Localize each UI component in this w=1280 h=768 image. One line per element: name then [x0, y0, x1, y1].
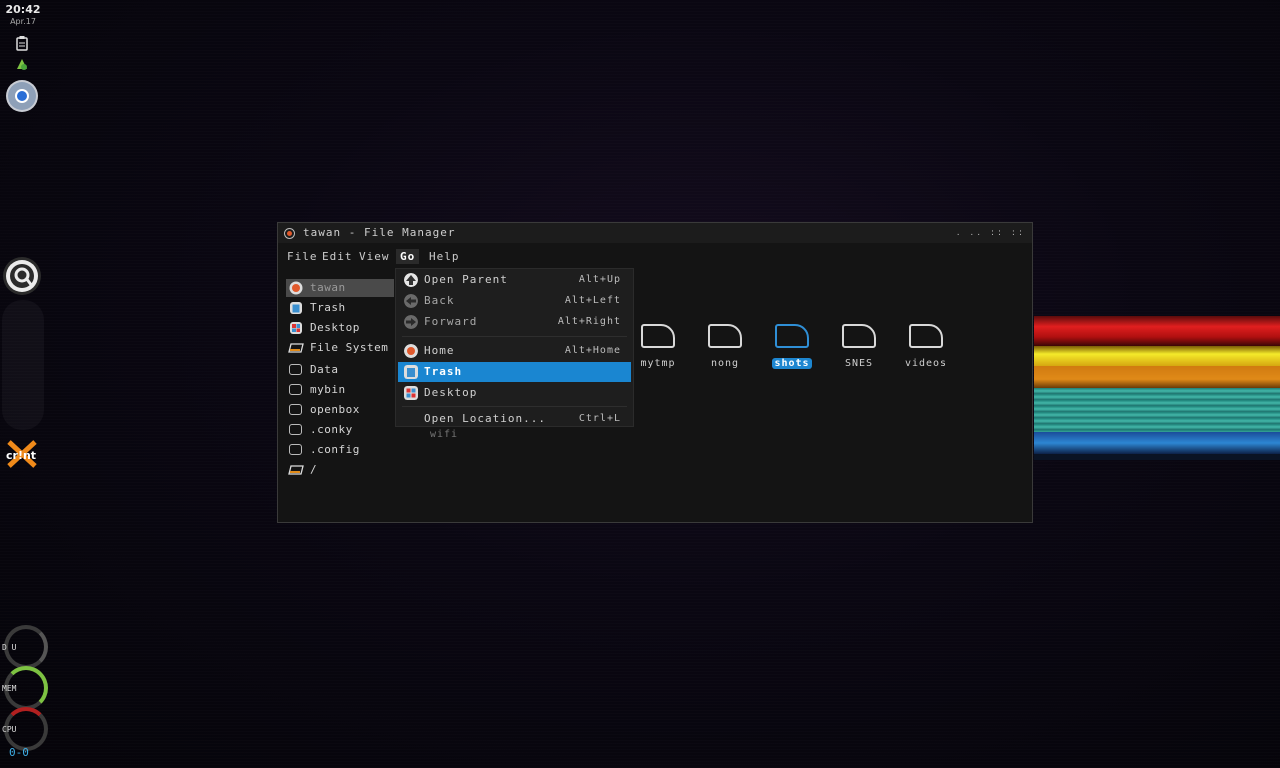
clipboard-icon[interactable]: [14, 35, 30, 51]
up-arrow-icon: [404, 273, 418, 287]
sidebar-item-label: tawan: [310, 281, 346, 294]
trash-icon: [404, 365, 418, 379]
file-item-shots[interactable]: shots: [762, 324, 822, 370]
file-item-mytmp[interactable]: mytmp: [628, 324, 688, 370]
folder-icon: [289, 404, 302, 415]
menu-item-label: Open Location...: [424, 412, 546, 425]
disk-usage-label: D U: [2, 643, 17, 652]
folder-icon: [289, 424, 302, 435]
sidebar-item-label: Trash: [310, 301, 346, 314]
folder-icon: [775, 324, 809, 348]
folder-icon: [842, 324, 876, 348]
window-controls[interactable]: . .. :: ::: [957, 228, 1026, 238]
sidebar-item-root[interactable]: /: [286, 461, 394, 479]
menu-view[interactable]: View: [355, 249, 394, 264]
menu-separator: [402, 336, 627, 337]
trash-icon: [290, 302, 302, 314]
crunchbang-x-icon[interactable]: cr!nt: [5, 440, 39, 470]
sidebar-item-label: /: [310, 463, 318, 476]
sidebar-item-label: Data: [310, 363, 339, 376]
forward-arrow-icon: [404, 315, 418, 329]
menu-file[interactable]: File: [283, 249, 322, 264]
menu-item-open-parent[interactable]: Open Parent Alt+Up: [398, 270, 631, 290]
sidebar-item-openbox[interactable]: openbox: [286, 401, 394, 419]
chromium-icon[interactable]: [5, 79, 39, 113]
file-label: mytmp: [640, 358, 676, 369]
dock-panel: [2, 300, 44, 430]
menu-go[interactable]: Go: [396, 249, 420, 264]
menu-item-shortcut: Alt+Left: [564, 295, 621, 306]
menu-edit[interactable]: Edit: [318, 249, 357, 264]
menu-item-shortcut: Alt+Home: [564, 345, 621, 356]
sidebar-item-label: mybin: [310, 383, 346, 396]
sidebar-item-trash[interactable]: Trash: [286, 299, 394, 317]
folder-icon: [289, 384, 302, 395]
sidebar-item-label: openbox: [310, 403, 360, 416]
menu-item-label: Back: [424, 294, 455, 307]
folder-icon: [641, 324, 675, 348]
sidebar-item-label: File System: [310, 341, 389, 354]
back-arrow-icon: [404, 294, 418, 308]
drive-icon: [288, 343, 304, 353]
sidebar-item-conky[interactable]: .conky: [286, 421, 394, 439]
memory-label: MEM: [2, 684, 17, 693]
crunchbang-label: cr!nt: [6, 449, 37, 462]
menu-help[interactable]: Help: [425, 249, 464, 264]
menu-item-label: Forward: [424, 315, 478, 328]
menu-item-forward[interactable]: Forward Alt+Right: [398, 312, 631, 332]
window-titlebar[interactable]: tawan - File Manager . .. :: ::: [278, 223, 1032, 243]
menu-item-label: Open Parent: [424, 273, 508, 286]
menu-separator: [402, 406, 627, 407]
file-label: SNES: [844, 358, 874, 369]
menu-item-trash[interactable]: Trash: [398, 362, 631, 382]
menu-item-shortcut: Alt+Up: [578, 274, 621, 285]
sidebar-item-config[interactable]: .config: [286, 441, 394, 459]
sidebar-item-tawan[interactable]: tawan: [286, 279, 394, 297]
menu-item-label: Home: [424, 344, 455, 357]
menu-item-label: Desktop: [424, 386, 478, 399]
crunchbang-menu-icon[interactable]: [2, 256, 42, 296]
app-icon: [284, 228, 295, 239]
home-icon: [289, 281, 303, 295]
file-item-wifi[interactable]: wifi: [430, 429, 458, 440]
network-status-icon[interactable]: [15, 56, 29, 70]
folder-icon: [909, 324, 943, 348]
file-label: shots: [772, 358, 812, 369]
network-label: 0-0: [9, 746, 29, 759]
sidebar-item-file-system[interactable]: File System: [286, 339, 394, 357]
desktop-icon: [404, 386, 418, 400]
sidebar-item-desktop[interactable]: Desktop: [286, 319, 394, 337]
menu-item-home[interactable]: Home Alt+Home: [398, 341, 631, 361]
file-item-snes[interactable]: SNES: [829, 324, 889, 370]
folder-icon: [289, 444, 302, 455]
file-item-videos[interactable]: videos: [896, 324, 956, 370]
desktop-icon: [290, 322, 302, 334]
sidebar-item-label: .conky: [310, 423, 353, 436]
drive-icon: [288, 465, 304, 475]
menu-item-shortcut: Ctrl+L: [578, 413, 621, 424]
go-menu-dropdown: Open Parent Alt+Up Back Alt+Left Forward…: [395, 268, 634, 427]
menu-item-open-location[interactable]: Open Location... Ctrl+L: [398, 409, 631, 429]
file-manager-window: tawan - File Manager . .. :: :: File Edi…: [277, 222, 1033, 523]
sidebar-item-mybin[interactable]: mybin: [286, 381, 394, 399]
file-label: nong: [710, 358, 740, 369]
menu-item-label: Trash: [424, 365, 463, 378]
file-item-nong[interactable]: nong: [695, 324, 755, 370]
menu-item-back[interactable]: Back Alt+Left: [398, 291, 631, 311]
window-title: tawan - File Manager: [303, 226, 456, 239]
sidebar-item-label: Desktop: [310, 321, 360, 334]
clock-date: Apr.17: [10, 17, 36, 26]
menu-item-desktop[interactable]: Desktop: [398, 383, 631, 403]
folder-icon: [289, 364, 302, 375]
file-label: videos: [904, 358, 948, 369]
sidebar-item-data[interactable]: Data: [286, 361, 394, 379]
sidebar-item-label: .config: [310, 443, 360, 456]
clock-time: 20:42: [5, 3, 41, 16]
home-icon: [404, 344, 418, 358]
menu-item-shortcut: Alt+Right: [557, 316, 621, 327]
folder-icon: [708, 324, 742, 348]
menubar: File Edit View Go Help: [278, 247, 1032, 267]
cpu-label: CPU: [2, 725, 17, 734]
wallpaper-rainbow: [1034, 316, 1280, 460]
